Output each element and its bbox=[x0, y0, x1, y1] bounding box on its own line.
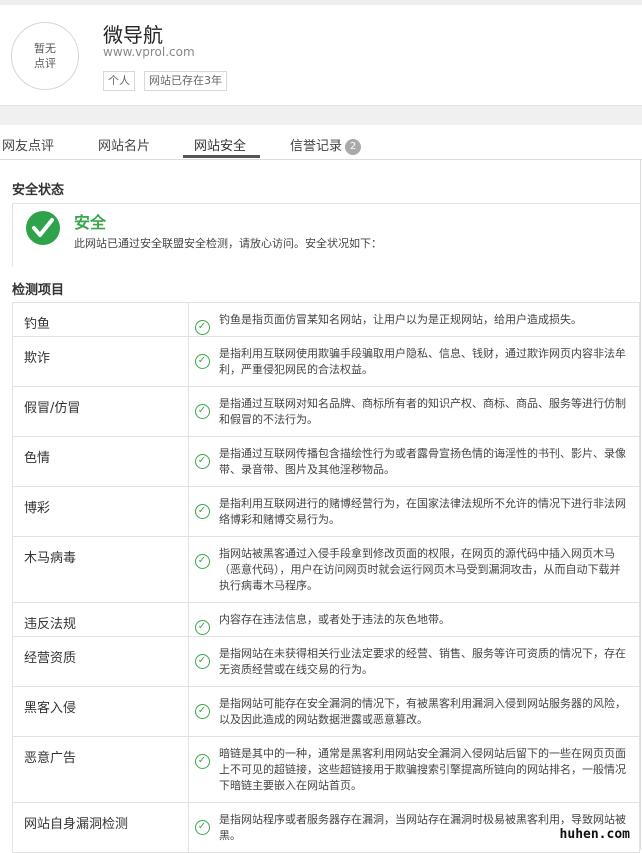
watermark: huhen.com bbox=[559, 827, 630, 842]
check-name: 网站自身漏洞检测 bbox=[12, 802, 189, 853]
check-row: 博彩 ✓ 是指利用互联网进行的赌博经营行为，在国家法律法规所不允许的情况下进行非… bbox=[12, 486, 640, 537]
tab-bar: 网友点评 网站名片 网站安全 信誉记录 2 bbox=[0, 125, 642, 160]
check-description: 是指利用互联网使用欺骗手段骗取用户隐私、信息、钱财，通过欺诈网页内容非法牟利，严… bbox=[215, 336, 640, 387]
status-description: 此网站已通过安全联盟安全检测，请放心访问。安全状况如下： bbox=[74, 237, 382, 250]
check-name: 钓鱼 bbox=[12, 302, 189, 337]
check-name: 黑客入侵 bbox=[12, 686, 189, 737]
check-name: 木马病毒 bbox=[12, 536, 189, 603]
active-tab-indicator bbox=[183, 155, 260, 158]
pass-check-icon: ✓ bbox=[194, 403, 210, 419]
avatar-text-line1: 暂无 bbox=[34, 42, 56, 55]
tag-site-age: 网站已存在3年 bbox=[144, 71, 227, 91]
pass-check-icon: ✓ bbox=[194, 503, 210, 519]
avatar-text-line2: 点评 bbox=[34, 57, 56, 70]
check-description: 内容存在违法信息，或者处于违法的灰色地带。 bbox=[215, 602, 640, 637]
record-count-badge: 2 bbox=[345, 139, 362, 155]
check-row: 欺诈 ✓ 是指利用互联网使用欺骗手段骗取用户隐私、信息、钱财，通过欺诈网页内容非… bbox=[12, 336, 640, 387]
check-name: 恶意广告 bbox=[12, 736, 189, 803]
check-name: 违反法规 bbox=[12, 602, 189, 637]
check-description: 是指网站可能存在安全漏洞的情况下，有被黑客利用漏洞入侵到网站服务器的风险，以及因… bbox=[215, 686, 640, 737]
section-divider bbox=[0, 105, 642, 126]
check-description: 是指网站在未获得相关行业法定要求的经营、销售、服务等许可资质的情况下，存在无资质… bbox=[215, 636, 640, 687]
tag-site-type: 个人 bbox=[103, 71, 135, 91]
pass-check-icon: ✓ bbox=[194, 453, 210, 469]
check-description: 是指通过互联网传播包含描绘性行为或者露骨宣扬色情的诲淫性的书刊、影片、录像带、录… bbox=[215, 436, 640, 487]
check-row: 木马病毒 ✓ 指网站被黑客通过入侵手段拿到修改页面的权限，在网页的源代码中插入网… bbox=[12, 536, 640, 603]
pass-check-icon: ✓ bbox=[194, 319, 210, 335]
check-description: 暗链是其中的一种，通常是黑客利用网站安全漏洞入侵网站后留下的一些在网页页面上不可… bbox=[215, 736, 640, 803]
check-name: 博彩 bbox=[12, 486, 189, 537]
pass-check-icon: ✓ bbox=[194, 653, 210, 669]
check-name: 色情 bbox=[12, 436, 189, 487]
pass-check-icon: ✓ bbox=[194, 619, 210, 635]
tab-site-card[interactable]: 网站名片 bbox=[98, 135, 150, 154]
tab-site-security[interactable]: 网站安全 bbox=[194, 135, 246, 154]
tab-user-reviews[interactable]: 网友点评 bbox=[2, 135, 54, 154]
check-description: 钓鱼是指页面仿冒某知名网站，让用户以为是正规网站，给用户造成损失。 bbox=[215, 302, 640, 337]
checks-section-title: 检测项目 bbox=[12, 283, 65, 298]
pass-check-icon: ✓ bbox=[194, 353, 210, 369]
pass-check-icon: ✓ bbox=[194, 553, 210, 569]
check-description: 指网站被黑客通过入侵手段拿到修改页面的权限，在网页的源代码中插入网页木马（恶意代… bbox=[215, 536, 640, 603]
check-row: 经营资质 ✓ 是指网站在未获得相关行业法定要求的经营、销售、服务等许可资质的情况… bbox=[12, 636, 640, 687]
status-section-title: 安全状态 bbox=[12, 183, 65, 198]
check-name: 欺诈 bbox=[12, 336, 189, 387]
site-name: 微导航 bbox=[103, 23, 163, 47]
site-url[interactable]: www.vprol.com bbox=[103, 45, 195, 59]
checks-table: 钓鱼 ✓ 钓鱼是指页面仿冒某知名网站，让用户以为是正规网站，给用户造成损失。 欺… bbox=[12, 302, 640, 853]
site-header: 暂无 点评 微导航 www.vprol.com 个人 网站已存在3年 bbox=[0, 5, 642, 105]
check-row: 恶意广告 ✓ 暗链是其中的一种，通常是黑客利用网站安全漏洞入侵网站后留下的一些在… bbox=[12, 736, 640, 803]
check-row: 黑客入侵 ✓ 是指网站可能存在安全漏洞的情况下，有被黑客利用漏洞入侵到网站服务器… bbox=[12, 686, 640, 737]
check-row: 网站自身漏洞检测 ✓ 是指网站程序或者服务器存在漏洞，当网站存在漏洞时极易被黑客… bbox=[12, 802, 640, 853]
check-name: 假冒/仿冒 bbox=[12, 386, 189, 437]
check-row: 假冒/仿冒 ✓ 是指通过互联网对知名品牌、商标所有者的知识产权、商标、商品、服务… bbox=[12, 386, 640, 437]
tab-credit-record-label: 信誉记录 bbox=[290, 139, 343, 154]
pass-check-icon: ✓ bbox=[194, 819, 210, 835]
check-row: 色情 ✓ 是指通过互联网传播包含描绘性行为或者露骨宣扬色情的诲淫性的书刊、影片、… bbox=[12, 436, 640, 487]
check-description: 是指利用互联网进行的赌博经营行为，在国家法律法规所不允许的情况下进行非法网络博彩… bbox=[215, 486, 640, 537]
check-row: 钓鱼 ✓ 钓鱼是指页面仿冒某知名网站，让用户以为是正规网站，给用户造成损失。 bbox=[12, 302, 640, 337]
tab-credit-record[interactable]: 信誉记录 2 bbox=[290, 135, 362, 155]
check-row: 违反法规 ✓ 内容存在违法信息，或者处于违法的灰色地带。 bbox=[12, 602, 640, 637]
check-description: 是指通过互联网对知名品牌、商标所有者的知识产权、商标、商品、服务等进行仿制和假冒… bbox=[215, 386, 640, 437]
safe-check-icon bbox=[26, 211, 60, 245]
check-name: 经营资质 bbox=[12, 636, 189, 687]
review-avatar: 暂无 点评 bbox=[11, 22, 79, 90]
pass-check-icon: ✓ bbox=[194, 703, 210, 719]
status-label: 安全 bbox=[74, 213, 107, 232]
pass-check-icon: ✓ bbox=[194, 753, 210, 769]
